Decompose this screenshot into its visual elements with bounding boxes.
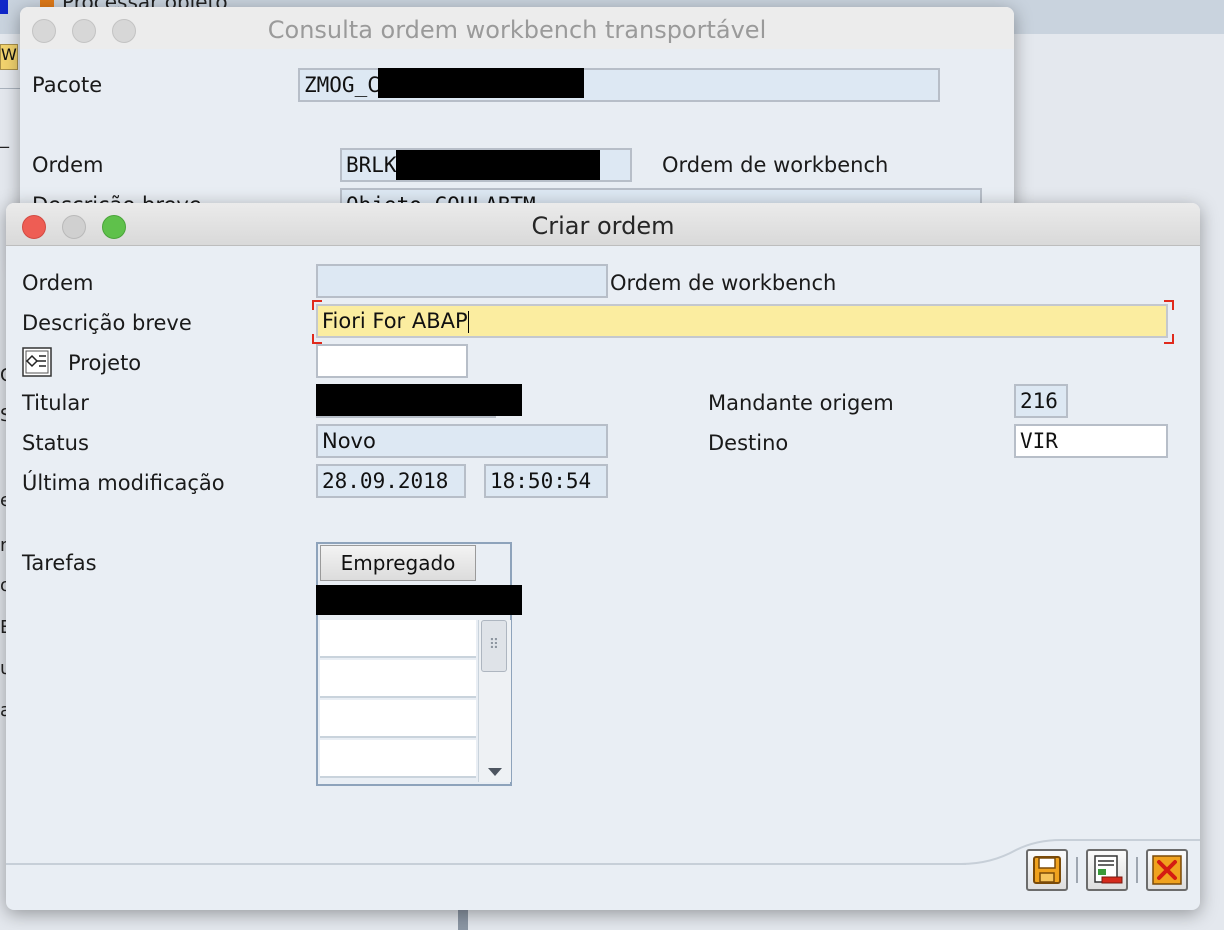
tarefas-table: Empregado ⠿ (316, 542, 512, 786)
mandante-label: Mandante origem (708, 391, 894, 415)
window-title: Consulta ordem workbench transportável (267, 16, 767, 44)
cancel-button[interactable] (1146, 849, 1188, 891)
ordem-type-text: Ordem de workbench (610, 271, 837, 295)
scroll-down-icon[interactable] (488, 768, 502, 776)
scrollbar-thumb[interactable]: ⠿ (481, 620, 507, 672)
table-row[interactable] (320, 660, 476, 698)
pacote-label: Pacote (32, 73, 103, 97)
ordem-label: Ordem (32, 153, 104, 177)
save-icon (1033, 856, 1061, 884)
focus-corner (1164, 334, 1174, 344)
mandante-value: 216 (1020, 389, 1058, 413)
ordem-type-text: Ordem de workbench (662, 153, 889, 177)
descricao-input[interactable]: Fiori For ABAP (316, 304, 1168, 338)
pacote-value: ZMOG_C (304, 73, 380, 97)
background-tab[interactable]: W (0, 44, 18, 70)
destino-value: VIR (1020, 429, 1058, 453)
background-tab-label: W (1, 45, 17, 64)
status-value: Novo (322, 429, 376, 453)
ultima-time-value: 18:50:54 (490, 469, 592, 493)
footer-separator (1136, 857, 1138, 883)
descricao-label: Descrição breve (22, 311, 192, 335)
redaction (378, 68, 584, 98)
ultima-date-value: 28.09.2018 (322, 469, 449, 493)
destino-input[interactable]: VIR (1014, 424, 1168, 458)
redaction (316, 384, 522, 416)
criar-ordem-dialog: Criar ordem Ordem Ordem de workbench Des… (6, 203, 1200, 910)
focus-corner (312, 300, 322, 310)
ordem-value: BRLK (346, 153, 397, 177)
title-bar: Criar ordem (6, 203, 1200, 246)
background-char: _2 (0, 128, 10, 149)
save-button[interactable] (1026, 849, 1068, 891)
titular-label: Titular (22, 391, 89, 415)
focus-corner (312, 334, 322, 344)
status-field[interactable]: Novo (316, 424, 608, 458)
footer-separator (1076, 857, 1078, 883)
footer-divider (6, 863, 966, 865)
ultima-time-field[interactable]: 18:50:54 (484, 464, 608, 498)
projeto-label: Projeto (68, 351, 142, 375)
window-title: Criar ordem (531, 212, 675, 240)
projeto-input[interactable] (316, 344, 468, 378)
background-blue-marker (0, 0, 8, 14)
table-row[interactable] (320, 740, 476, 778)
ultima-date-field[interactable]: 28.09.2018 (316, 464, 466, 498)
cancel-icon (1152, 855, 1182, 885)
redaction (396, 150, 600, 180)
mandante-field[interactable]: 216 (1014, 384, 1068, 418)
redaction (316, 585, 522, 615)
table-scrollbar[interactable]: ⠿ (478, 620, 511, 782)
projeto-icon[interactable] (22, 347, 52, 377)
title-bar: Consulta ordem workbench transportável (20, 7, 1014, 49)
list-edit-button[interactable] (1086, 849, 1128, 891)
background-divider (0, 88, 20, 89)
ultima-modificacao-label: Última modificação (22, 471, 225, 495)
table-row[interactable] (320, 620, 476, 658)
focus-corner (1164, 300, 1174, 310)
empregado-column-header[interactable]: Empregado (320, 545, 476, 581)
list-edit-icon (1094, 855, 1123, 884)
tarefas-label: Tarefas (22, 551, 97, 575)
ordem-label: Ordem (22, 271, 94, 295)
ordem-field[interactable] (316, 264, 608, 298)
destino-label: Destino (708, 431, 789, 455)
table-row[interactable] (320, 700, 476, 738)
text-cursor (467, 311, 469, 333)
empregado-column-label: Empregado (340, 551, 456, 575)
descricao-value: Fiori For ABAP (322, 309, 468, 333)
status-label: Status (22, 431, 89, 455)
